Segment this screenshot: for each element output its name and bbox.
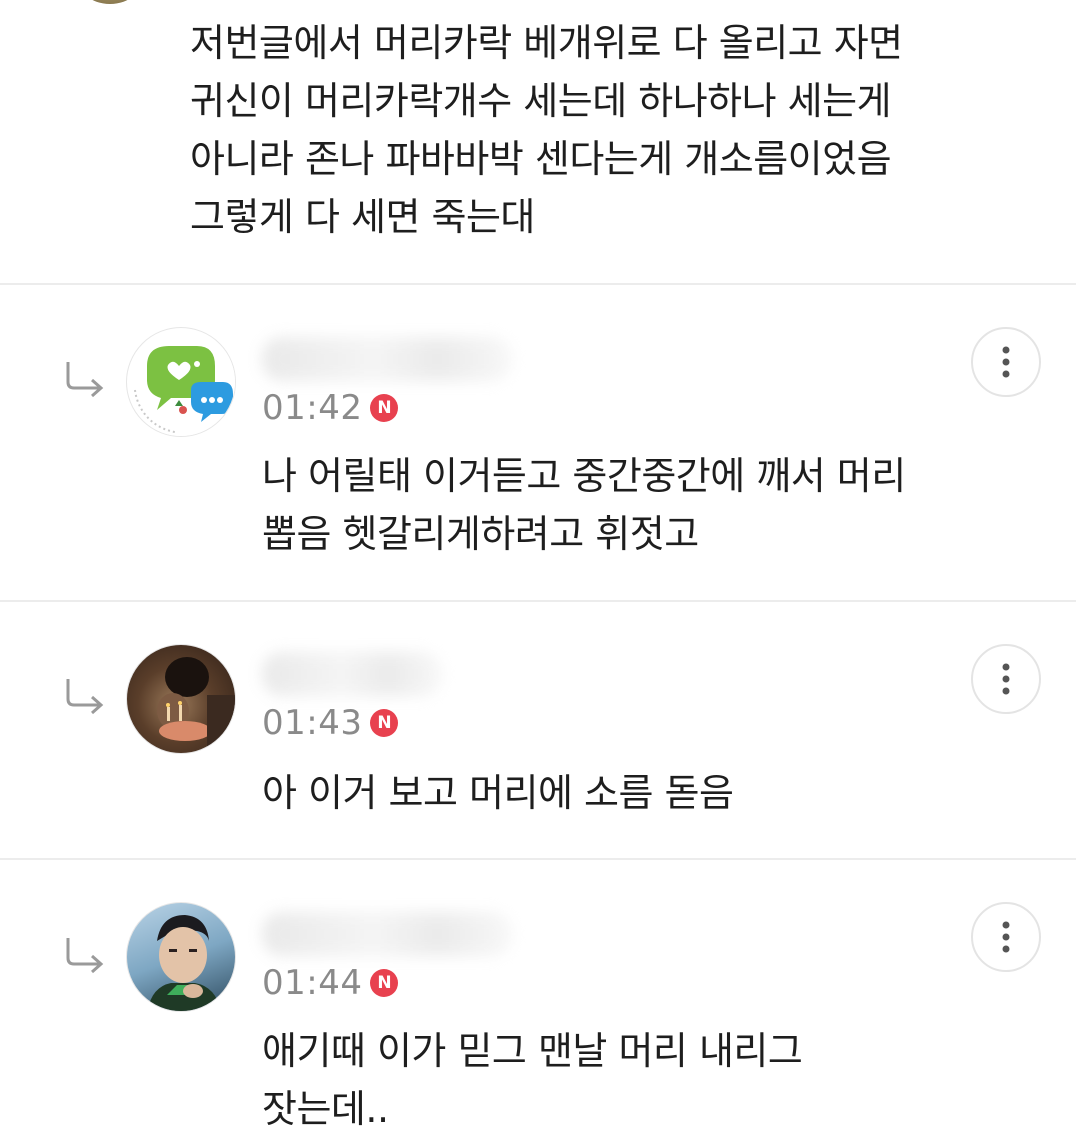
more-vertical-icon <box>1002 346 1010 378</box>
more-vertical-icon <box>1002 663 1010 695</box>
reply-item: 01:43 N 아 이거 보고 머리에 소름 돋음 <box>0 602 1076 858</box>
photo-avatar[interactable] <box>126 644 236 754</box>
username[interactable] <box>262 912 512 956</box>
comment-body: 저번글에서 머리카락 베개위로 다 올리고 자면 귀신이 머리카락개수 세는데 … <box>190 14 990 246</box>
comment-line: 그렇게 다 세면 죽는대 <box>190 195 535 239</box>
timestamp-row: 01:42 N <box>262 385 399 431</box>
photo-avatar[interactable] <box>126 902 236 1012</box>
profile-photo-icon <box>147 915 221 1011</box>
reply-line: 나 어릴태 이거듣고 중간중간에 깨서 머리 <box>262 454 906 498</box>
reply-body: 나 어릴태 이거듣고 중간중간에 깨서 머리 뽑음 헷갈리게하려고 휘젓고 <box>262 447 1022 563</box>
new-badge: N <box>370 969 399 997</box>
comment-line: 저번글에서 머리카락 베개위로 다 올리고 자면 <box>190 21 903 65</box>
reply-line: 뽑음 헷갈리게하려고 휘젓고 <box>262 512 699 556</box>
more-options-button[interactable] <box>971 327 1041 397</box>
timestamp-row: 01:44 N <box>262 960 399 1006</box>
new-badge: N <box>370 394 399 422</box>
reply-item: 01:44 N 애기때 이가 믿그 맨날 머리 내리그 잣는데.. <box>0 860 1076 1147</box>
more-vertical-icon <box>1002 921 1010 953</box>
avatar[interactable] <box>74 0 146 4</box>
reply-body: 애기때 이가 믿그 맨날 머리 내리그 잣는데.. <box>262 1022 1022 1138</box>
timestamp: 01:44 <box>262 963 363 1003</box>
more-options-button[interactable] <box>971 902 1041 972</box>
timestamp-row: 01:43 N <box>262 700 399 746</box>
reply-arrow-icon <box>66 938 104 974</box>
cafe-logo-icon <box>128 329 235 436</box>
new-badge: N <box>370 709 399 737</box>
timestamp: 01:42 <box>262 388 363 428</box>
reply-arrow-icon <box>66 362 104 398</box>
username[interactable] <box>262 652 442 696</box>
reply-item: 01:42 N 나 어릴태 이거듣고 중간중간에 깨서 머리 뽑음 헷갈리게하려… <box>0 285 1076 600</box>
timestamp: 01:43 <box>262 703 363 743</box>
reply-line: 아 이거 보고 머리에 소름 돋음 <box>262 771 734 815</box>
reply-arrow-icon <box>66 679 104 715</box>
more-options-button[interactable] <box>971 644 1041 714</box>
cafe-logo-avatar[interactable] <box>126 327 236 437</box>
reply-body: 아 이거 보고 머리에 소름 돋음 <box>262 764 1022 822</box>
reply-line: 애기때 이가 믿그 맨날 머리 내리그 <box>262 1029 803 1073</box>
profile-photo-icon <box>157 657 235 753</box>
comment-line: 아니라 존나 파바바박 센다는게 개소름이었음 <box>190 137 892 181</box>
reply-line: 잣는데.. <box>262 1087 389 1131</box>
username[interactable] <box>262 337 512 381</box>
comment-line: 귀신이 머리카락개수 세는데 하나하나 세는게 <box>190 79 892 123</box>
